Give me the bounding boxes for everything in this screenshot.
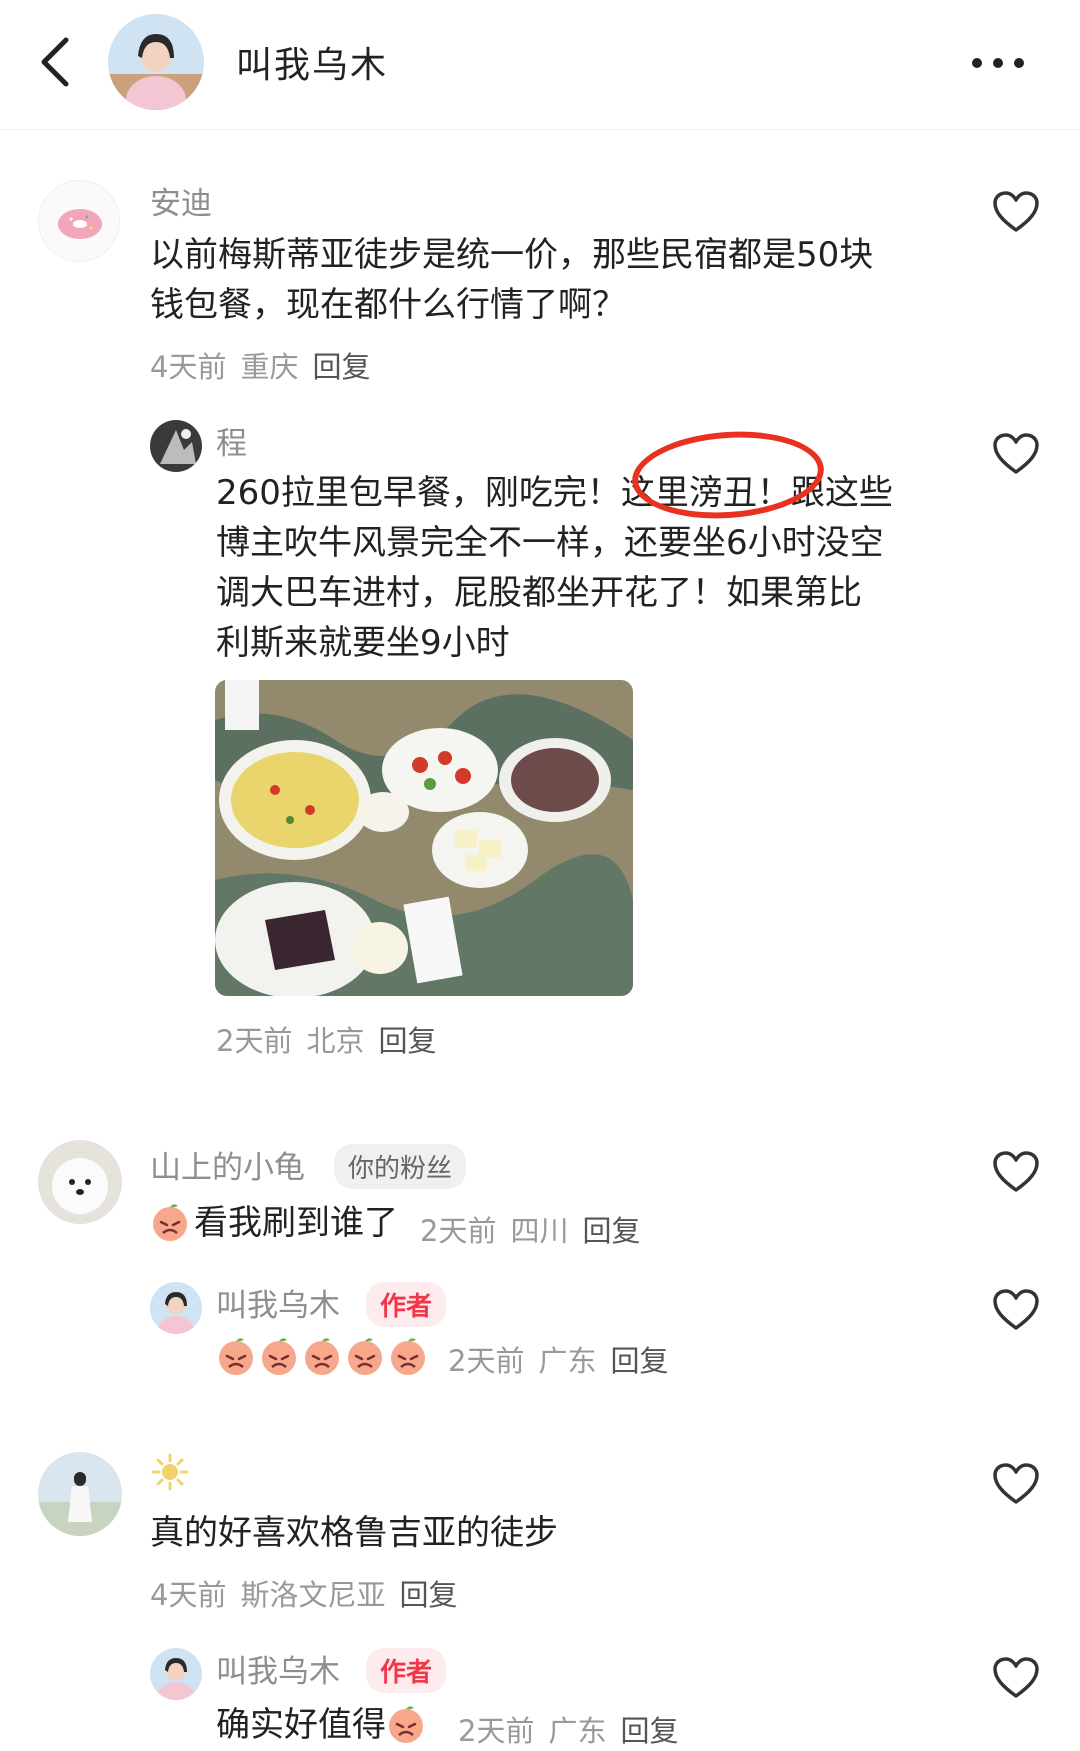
comment-text-line: 以前梅斯蒂亚徒步是统一价，那些民宿都是50块 xyxy=(150,235,874,275)
comment-time: 2天前 xyxy=(448,1344,525,1378)
comment-time: 4天前 xyxy=(150,350,227,384)
reply-button[interactable]: 回复 xyxy=(399,1578,457,1612)
comment-text-line: 利斯来就要坐9小时 xyxy=(216,623,510,663)
comment-location: 广东 xyxy=(538,1344,597,1378)
fan-badge: 你的粉丝 xyxy=(334,1144,467,1189)
heart-outline-icon[interactable] xyxy=(992,190,1040,234)
comment-text: 确实好值得 xyxy=(216,1700,430,1750)
comment-username[interactable]: 叫我乌木 xyxy=(216,1280,340,1325)
comment-text-content: 看我刷到谁了 xyxy=(194,1203,398,1243)
heart-outline-icon[interactable] xyxy=(992,1150,1040,1194)
comment-username[interactable]: 山上的小龟 xyxy=(150,1142,305,1187)
comment-meta: 2天前 四川 回复 xyxy=(420,1208,654,1250)
avatar[interactable] xyxy=(150,1648,202,1700)
comment-time: 4天前 xyxy=(150,1578,227,1612)
heart-outline-icon[interactable] xyxy=(992,432,1040,476)
author-badge: 作者 xyxy=(366,1282,447,1327)
peach-cry-emoji-icon xyxy=(348,1338,382,1375)
peach-cry-emoji-icon xyxy=(262,1338,296,1375)
reply-button[interactable]: 回复 xyxy=(610,1344,668,1378)
avatar[interactable] xyxy=(150,1282,202,1334)
comment-username[interactable]: 程 xyxy=(216,418,247,463)
comment-username[interactable]: 叫我乌木 xyxy=(216,1646,340,1691)
comment-time: 2天前 xyxy=(458,1714,535,1748)
sun-emoji-icon xyxy=(151,1453,189,1491)
avatar[interactable] xyxy=(150,420,202,472)
peach-cry-emoji-icon xyxy=(153,1204,187,1241)
comment-text-line: 钱包餐，现在都什么行情了啊？ xyxy=(150,285,626,325)
comment-location: 四川 xyxy=(510,1214,569,1248)
author-avatar[interactable] xyxy=(108,14,204,110)
reply-button[interactable]: 回复 xyxy=(620,1714,678,1748)
comment-time: 2天前 xyxy=(420,1214,497,1248)
comment-location: 斯洛文尼亚 xyxy=(240,1578,386,1612)
comment-username[interactable]: 安迪 xyxy=(150,178,212,223)
avatar[interactable] xyxy=(38,1452,122,1536)
heart-outline-icon[interactable] xyxy=(992,1462,1040,1506)
comment-location: 北京 xyxy=(306,1024,365,1058)
reply-button[interactable]: 回复 xyxy=(378,1024,436,1058)
comment-text: 看我刷到谁了 xyxy=(150,1198,398,1248)
avatar[interactable] xyxy=(38,180,120,262)
comment-meta: 2天前 广东 回复 xyxy=(458,1708,692,1750)
comment-text-content: 确实好值得 xyxy=(216,1705,386,1745)
more-dots-icon[interactable] xyxy=(972,56,1024,70)
top-bar: 叫我乌木 xyxy=(0,0,1080,130)
comment-text-line: 博主吹牛风景完全不一样，还要坐6小时没空 xyxy=(216,523,884,563)
comment-meta: 2天前 北京 回复 xyxy=(216,1018,450,1060)
comment-text-line: 调大巴车进村，屁股都坐开花了！如果第比 xyxy=(216,573,862,613)
comment-text: 真的好喜欢格鲁吉亚的徒步 xyxy=(150,1513,558,1553)
heart-outline-icon[interactable] xyxy=(992,1288,1040,1332)
comment-time: 2天前 xyxy=(216,1024,293,1058)
peach-cry-emoji-icon xyxy=(389,1706,423,1743)
peach-cry-emoji-icon xyxy=(305,1338,339,1375)
comment-meta: 2天前 广东 回复 xyxy=(448,1338,682,1380)
reply-button[interactable]: 回复 xyxy=(582,1214,640,1248)
comment-meta: 4天前 重庆 回复 xyxy=(150,344,384,386)
heart-outline-icon[interactable] xyxy=(992,1656,1040,1700)
comment-location: 广东 xyxy=(548,1714,607,1748)
author-badge: 作者 xyxy=(366,1648,447,1693)
peach-cry-emoji-icon xyxy=(219,1338,253,1375)
back-chevron-icon[interactable] xyxy=(36,34,76,90)
comment-location: 重庆 xyxy=(240,350,299,384)
reply-button[interactable]: 回复 xyxy=(312,350,370,384)
emoji-row xyxy=(216,1336,431,1376)
comment-meta: 4天前 斯洛文尼亚 回复 xyxy=(150,1572,471,1614)
comment-image[interactable] xyxy=(215,680,633,996)
page-title: 叫我乌木 xyxy=(236,45,389,86)
avatar[interactable] xyxy=(38,1140,122,1224)
peach-cry-emoji-icon xyxy=(391,1338,425,1375)
